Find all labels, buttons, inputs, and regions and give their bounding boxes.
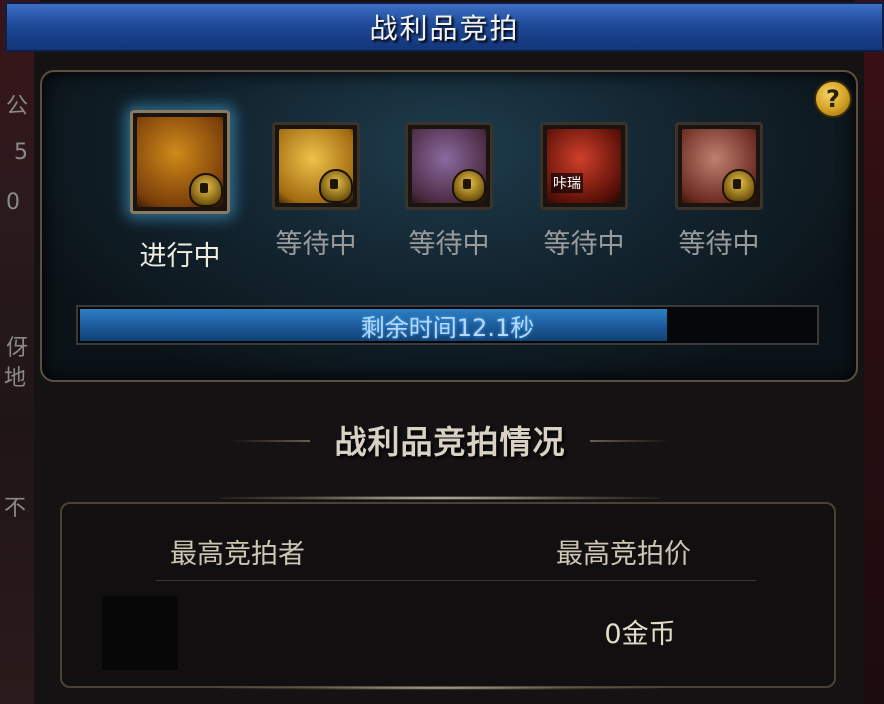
guild-emblem-icon <box>189 173 223 207</box>
title-ornament-right <box>590 440 670 442</box>
section-title-text: 战利品竞拍情况 <box>334 423 566 461</box>
item-status: 进行中 <box>139 241 221 272</box>
item-status: 等待中 <box>408 229 490 260</box>
loot-item-slot[interactable]: 咔瑞 <box>540 122 628 210</box>
loot-item-slot[interactable] <box>405 122 493 210</box>
bidder-avatar <box>102 596 178 670</box>
item-status: 等待中 <box>678 229 760 260</box>
background-text: 0 <box>6 190 20 215</box>
background-text: 不 <box>4 496 27 521</box>
title-ornament-left <box>230 440 310 442</box>
section-divider <box>220 496 660 500</box>
help-icon: ? <box>826 85 840 113</box>
guild-emblem-icon <box>452 169 486 203</box>
window-titlebar[interactable]: 战利品竞拍 <box>5 2 884 52</box>
timer-text: 剩余时间12.1秒 <box>360 313 535 342</box>
loot-item-slot[interactable] <box>272 122 360 210</box>
price-column-header: 最高竞拍价 <box>556 539 691 570</box>
background-text: 伢 <box>6 336 29 361</box>
window-title: 战利品竞拍 <box>369 12 520 45</box>
section-title: 战利品竞拍情况 <box>230 410 670 470</box>
bidder-column-header: 最高竞拍者 <box>170 539 305 570</box>
background-text: 5 <box>14 140 28 165</box>
timer-progress-bar: 剩余时间12.1秒 <box>76 305 819 345</box>
loot-item-slot[interactable] <box>675 122 763 210</box>
bottom-divider <box>220 686 660 690</box>
highest-bid-price: 0金币 <box>604 619 676 650</box>
guild-emblem-icon <box>319 169 353 203</box>
header-divider <box>156 580 756 581</box>
background-text: 地 <box>4 366 27 391</box>
loot-item-slot[interactable] <box>130 110 230 214</box>
help-button[interactable]: ? <box>814 80 852 118</box>
item-status: 等待中 <box>275 229 357 260</box>
item-status: 等待中 <box>543 229 625 260</box>
background-text: 公 <box>6 94 29 119</box>
item-tag: 咔瑞 <box>551 173 583 193</box>
guild-emblem-icon <box>722 169 756 203</box>
